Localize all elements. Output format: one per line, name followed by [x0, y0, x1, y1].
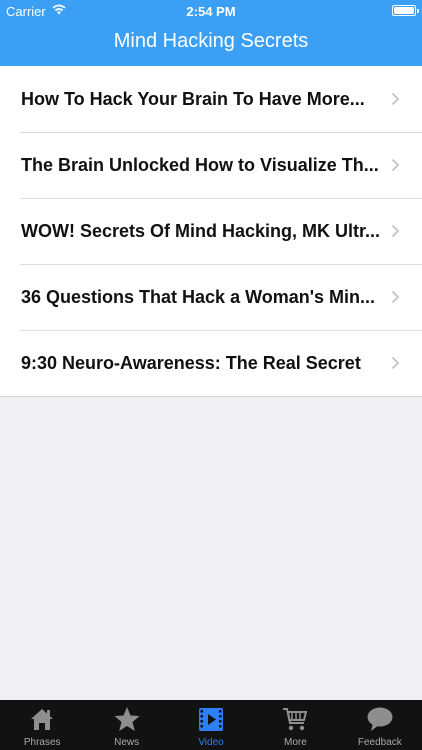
list-item[interactable]: The Brain Unlocked How to Visualize Th..…	[0, 132, 422, 198]
tab-label: Feedback	[357, 737, 402, 748]
tab-label: Video	[198, 737, 224, 748]
list-item[interactable]: 9:30 Neuro-Awareness: The Real Secret	[0, 330, 422, 396]
tab-more[interactable]: More	[253, 700, 337, 750]
tab-feedback[interactable]: Feedback	[338, 700, 422, 750]
tab-video[interactable]: Video	[169, 700, 253, 750]
cart-icon	[283, 708, 308, 731]
list-item[interactable]: WOW! Secrets Of Mind Hacking, MK Ultr...	[0, 198, 422, 264]
chevron-right-icon	[391, 290, 400, 304]
list-item-label: 9:30 Neuro-Awareness: The Real Secret	[21, 353, 361, 373]
list-item-label: WOW! Secrets Of Mind Hacking, MK Ultr...	[21, 221, 381, 241]
star-icon	[114, 707, 140, 731]
tab-phrases[interactable]: Phrases	[0, 700, 84, 750]
status-bar: Carrier 2:54 PM	[0, 0, 422, 22]
tab-bar: Phrases News Video More Feedback	[0, 700, 422, 750]
speech-bubble-icon	[367, 707, 393, 731]
video-list: How To Hack Your Brain To Have More... T…	[0, 66, 422, 397]
list-item-label: 36 Questions That Hack a Woman's Min...	[21, 287, 376, 307]
home-icon	[31, 709, 54, 730]
tab-label: Phrases	[23, 737, 61, 748]
chevron-right-icon	[391, 92, 400, 106]
list-item[interactable]: How To Hack Your Brain To Have More...	[0, 66, 422, 132]
tab-label: News	[114, 737, 140, 748]
list-item-label: The Brain Unlocked How to Visualize Th..…	[21, 155, 379, 175]
navigation-bar: Carrier 2:54 PM Mind Hacking Secrets	[0, 0, 422, 66]
list-item-label: How To Hack Your Brain To Have More...	[21, 89, 365, 109]
tab-news[interactable]: News	[84, 700, 168, 750]
chevron-right-icon	[391, 224, 400, 238]
battery-icon	[392, 5, 419, 16]
film-icon	[199, 708, 224, 731]
list-item[interactable]: 36 Questions That Hack a Woman's Min...	[0, 264, 422, 330]
chevron-right-icon	[391, 158, 400, 172]
status-time: 2:54 PM	[186, 4, 236, 19]
page-title: Mind Hacking Secrets	[113, 30, 309, 52]
tab-label: More	[284, 737, 307, 748]
chevron-right-icon	[391, 356, 400, 370]
